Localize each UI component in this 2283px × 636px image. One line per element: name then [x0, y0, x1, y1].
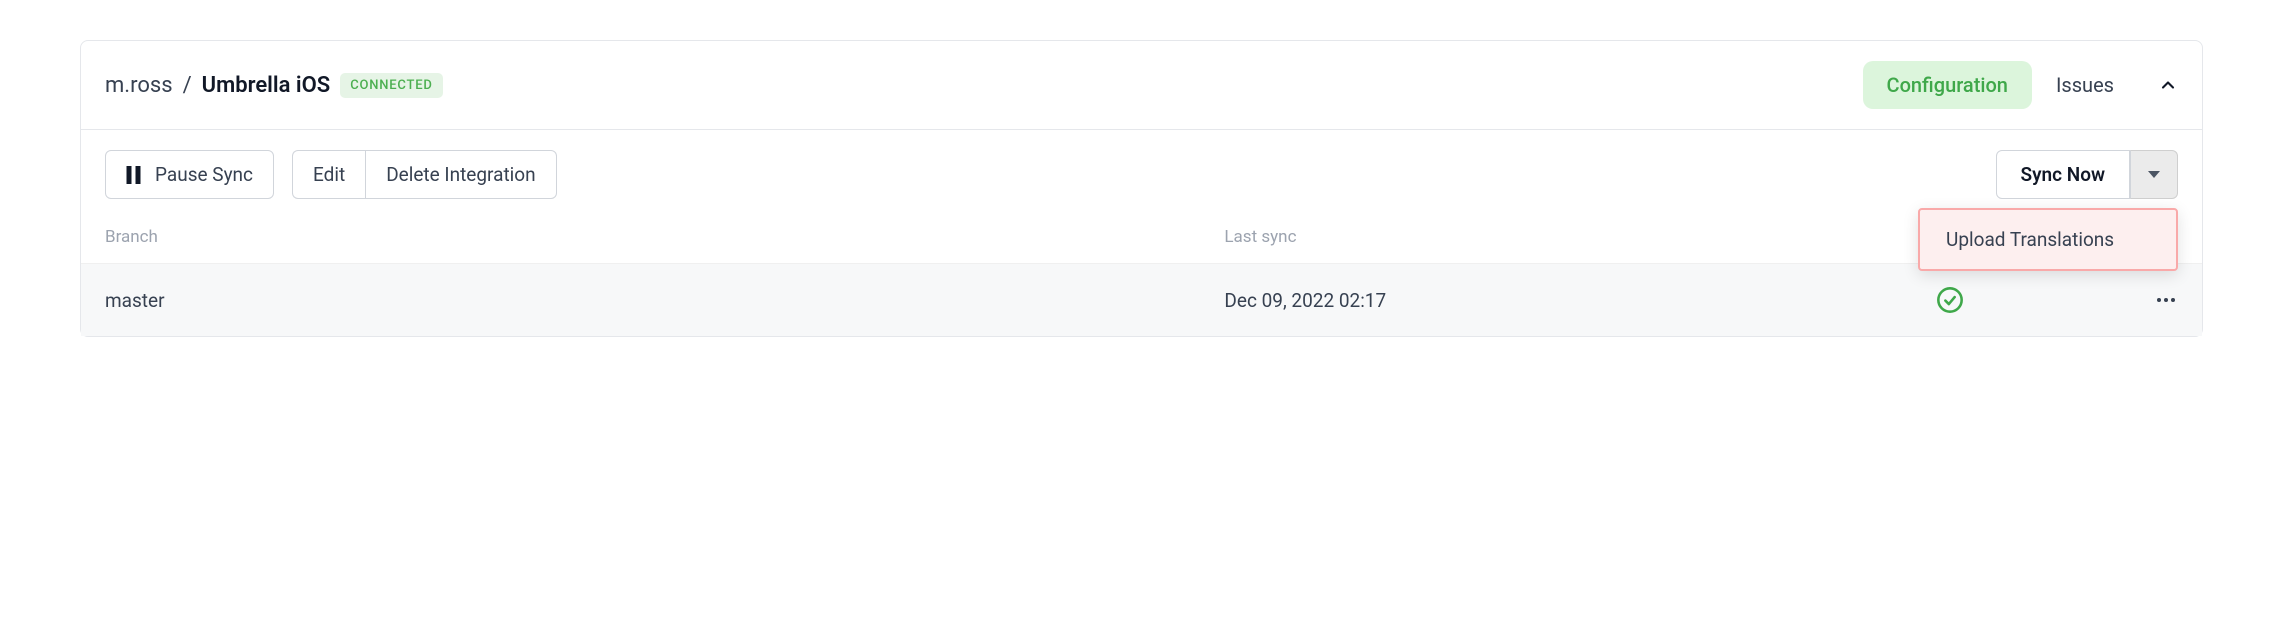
pause-sync-label: Pause Sync	[155, 163, 253, 186]
sync-now-button[interactable]: Sync Now	[1996, 150, 2131, 199]
table-header: Branch Last sync	[81, 219, 2202, 263]
tab-configuration[interactable]: Configuration	[1863, 61, 2032, 109]
tab-issues[interactable]: Issues	[2032, 61, 2138, 109]
table-row: master Dec 09, 2022 02:17	[81, 263, 2202, 336]
breadcrumb: m.ross / Umbrella iOS CONNECTED	[105, 73, 443, 98]
chevron-up-icon[interactable]	[2158, 75, 2178, 95]
pause-icon	[126, 166, 141, 184]
status-badge: CONNECTED	[340, 73, 443, 98]
delete-integration-button[interactable]: Delete Integration	[366, 150, 556, 199]
caret-down-icon	[2148, 171, 2160, 179]
cell-lastsync: Dec 09, 2022 02:17	[1224, 289, 1846, 312]
cell-branch: master	[105, 289, 1224, 312]
edit-button[interactable]: Edit	[292, 150, 365, 199]
sync-dropdown-toggle[interactable]	[2130, 150, 2178, 199]
header-right: Configuration Issues	[1863, 61, 2178, 109]
edit-delete-group: Edit Delete Integration	[292, 150, 557, 199]
integration-panel: m.ross / Umbrella iOS CONNECTED Configur…	[80, 40, 2203, 337]
toolbar: Pause Sync Edit Delete Integration Sync …	[81, 130, 2202, 219]
col-header-branch: Branch	[105, 227, 1224, 247]
toolbar-left: Pause Sync Edit Delete Integration	[105, 150, 557, 199]
breadcrumb-owner: m.ross	[105, 73, 173, 98]
upload-translations-item[interactable]: Upload Translations	[1920, 210, 2176, 269]
pause-sync-button[interactable]: Pause Sync	[105, 150, 274, 199]
cell-status	[1846, 286, 2053, 314]
breadcrumb-project: Umbrella iOS	[202, 73, 331, 98]
cell-actions	[2054, 288, 2178, 312]
sync-dropdown-menu: Upload Translations	[1918, 208, 2178, 271]
more-horizontal-icon[interactable]	[2154, 288, 2178, 312]
breadcrumb-separator: /	[183, 73, 192, 98]
check-circle-icon	[1936, 286, 1964, 314]
col-header-lastsync: Last sync	[1224, 227, 1846, 247]
sync-now-group: Sync Now	[1996, 150, 2179, 199]
panel-header: m.ross / Umbrella iOS CONNECTED Configur…	[81, 41, 2202, 130]
